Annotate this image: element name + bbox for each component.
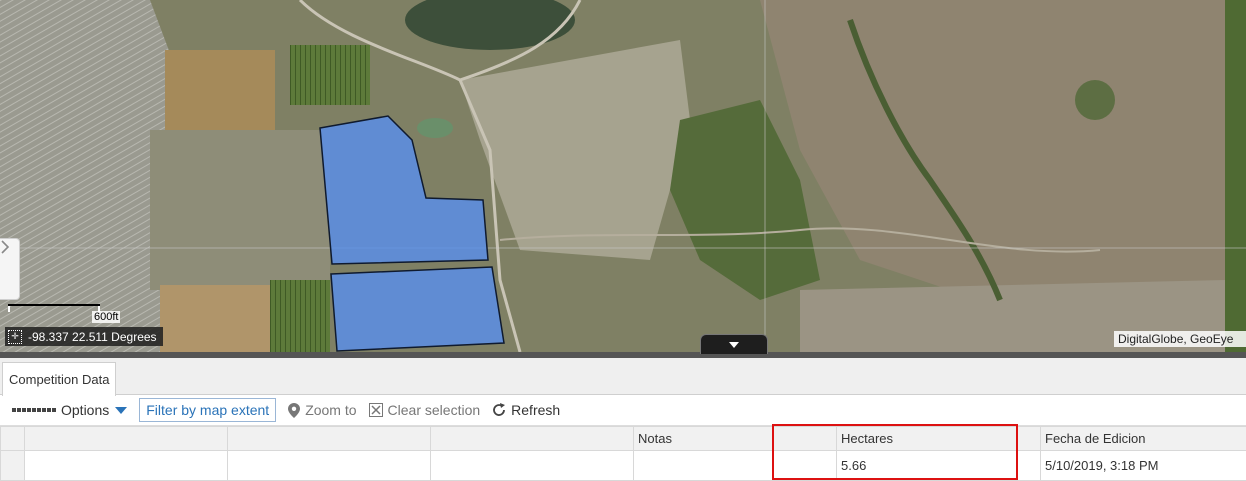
table-cell-fecha-de-edicion[interactable]: 5/10/2019, 3:18 PM	[1040, 450, 1246, 481]
coordinate-readout[interactable]: ✛ -98.337 22.511 Degrees	[5, 327, 163, 346]
scale-bar: 600ft	[8, 302, 138, 324]
table-header-row: Notas Hectares Fecha de Edicion	[0, 426, 1246, 451]
options-menu-button[interactable]: Options	[12, 398, 128, 422]
crosshair-icon[interactable]: ✛	[8, 329, 22, 344]
clear-selection-icon	[368, 403, 383, 417]
table-row[interactable]: 5.66 5/10/2019, 3:18 PM	[0, 450, 1246, 481]
table-cell-hectares[interactable]: 5.66	[836, 450, 1041, 481]
caret-down-icon	[729, 341, 739, 348]
zoom-to-label: Zoom to	[305, 402, 357, 418]
filter-by-extent-button[interactable]: Filter by map extent	[139, 398, 277, 422]
column-header-notas[interactable]: Notas	[633, 426, 774, 451]
refresh-icon	[492, 403, 506, 417]
chevron-right-icon	[1, 240, 10, 254]
column-header[interactable]	[227, 426, 431, 451]
column-header[interactable]	[773, 426, 837, 451]
clear-selection-button[interactable]: Clear selection	[368, 398, 481, 422]
zoom-to-button[interactable]: Zoom to	[288, 398, 357, 422]
select-all-cell[interactable]	[0, 426, 25, 451]
caret-down-icon	[115, 406, 128, 414]
column-header[interactable]	[24, 426, 228, 451]
attribute-table-panel: Competition Data Options Filter by map e…	[0, 358, 1246, 481]
table-cell[interactable]	[430, 450, 634, 481]
map-attribution: DigitalGlobe, GeoEye	[1114, 331, 1246, 347]
parcel-polygon-2[interactable]	[330, 266, 505, 352]
grid-icon	[12, 408, 56, 412]
attribute-table: Notas Hectares Fecha de Edicion 5.66 5/1…	[0, 426, 1246, 481]
refresh-label: Refresh	[511, 402, 561, 418]
table-cell-notas[interactable]	[633, 450, 774, 481]
map-pin-icon	[288, 402, 301, 418]
collapse-panel-button[interactable]	[700, 334, 768, 354]
coordinate-text: -98.337 22.511 Degrees	[28, 329, 157, 344]
tab-bar: Competition Data	[0, 358, 1246, 396]
row-select-cell[interactable]	[0, 450, 25, 481]
column-header-fecha-de-edicion[interactable]: Fecha de Edicion	[1040, 426, 1246, 451]
map-view[interactable]: 600ft ✛ -98.337 22.511 Degrees DigitalGl…	[0, 0, 1246, 352]
table-cell[interactable]	[773, 450, 837, 481]
sidebar-expand-button[interactable]	[0, 238, 20, 300]
table-cell[interactable]	[24, 450, 228, 481]
column-header[interactable]	[430, 426, 634, 451]
scale-bar-line	[8, 304, 100, 312]
clear-selection-label: Clear selection	[387, 402, 481, 418]
scale-bar-label: 600ft	[92, 311, 121, 323]
table-toolbar: Options Filter by map extent Zoom to Cle…	[0, 395, 1246, 426]
column-header-hectares[interactable]: Hectares	[836, 426, 1041, 451]
table-cell[interactable]	[227, 450, 431, 481]
refresh-button[interactable]: Refresh	[492, 398, 560, 422]
options-label: Options	[61, 402, 110, 418]
satellite-imagery	[0, 0, 1246, 352]
tab-competition-data[interactable]: Competition Data	[2, 362, 117, 396]
